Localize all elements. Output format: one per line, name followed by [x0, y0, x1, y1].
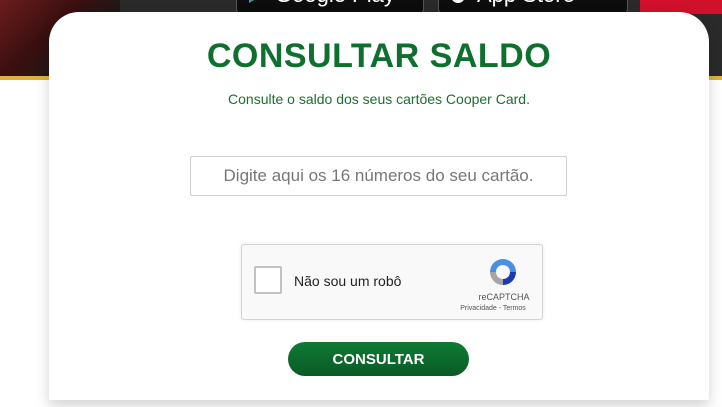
recaptcha-widget: Não sou um robô reCAPTCHA Privacidade - … — [241, 244, 543, 320]
recaptcha-label: Não sou um robô — [294, 273, 402, 289]
recaptcha-checkbox[interactable] — [254, 266, 282, 294]
page-title: CONSULTAR SALDO — [206, 37, 552, 75]
recaptcha-brand: reCAPTCHA — [478, 292, 530, 302]
google-play-icon — [249, 0, 255, 3]
app-store-label: App Store — [477, 0, 575, 8]
recaptcha-icon — [490, 259, 516, 285]
apple-icon — [452, 0, 464, 3]
recaptcha-links[interactable]: Privacidade - Termos — [448, 305, 538, 312]
balance-card: CONSULTAR SALDO Consulte o saldo dos seu… — [49, 12, 709, 400]
card-number-input[interactable] — [190, 156, 567, 196]
page-subtitle: Consulte o saldo dos seus cartões Cooper… — [228, 91, 530, 107]
google-play-label: Google Play — [275, 0, 395, 8]
consult-button[interactable]: CONSULTAR — [288, 342, 469, 376]
